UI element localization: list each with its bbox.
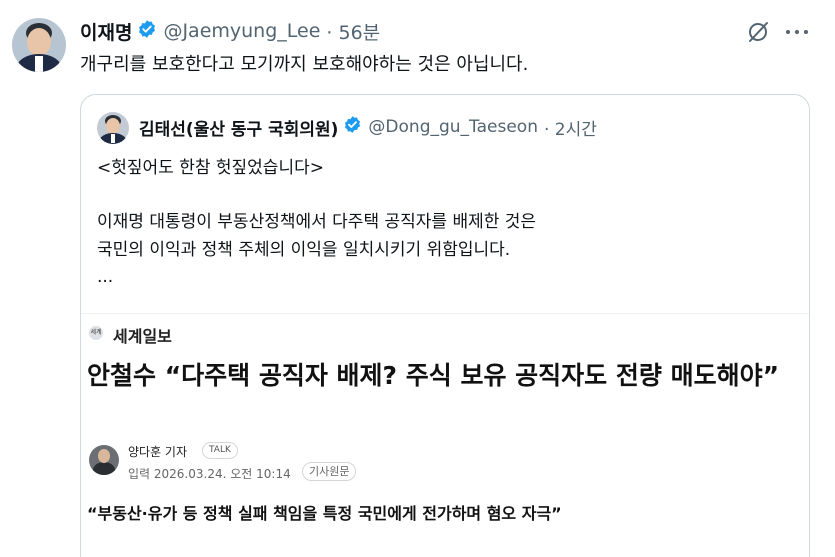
author-avatar[interactable]	[12, 18, 66, 72]
original-article-badge: 기사원문	[302, 462, 357, 481]
reporter-avatar	[89, 445, 119, 475]
quote-time: · 2시간	[543, 119, 597, 140]
grok-icon[interactable]	[746, 20, 770, 44]
news-date: 입력 2026.03.24. 오전 10:14	[128, 467, 291, 481]
news-headline: 안철수 “다주택 공직자 배제? 주식 보유 공직자도 전량 매도해야”	[87, 361, 779, 390]
author-handle[interactable]: @Jaemyung_Lee	[163, 20, 320, 42]
quote-author-avatar	[97, 112, 129, 144]
verified-badge-icon	[137, 19, 157, 44]
news-subtitle: “부동산·유가 등 정책 실패 책임을 특정 국민에게 전가하며 혐오 자극”	[87, 504, 562, 523]
more-options-icon[interactable]	[786, 22, 808, 42]
quoted-tweet[interactable]: 김태선(울산 동구 국회의원) @Dong_gu_Taeseon · 2시간 <…	[80, 94, 810, 557]
reporter-name: 양다훈 기자	[128, 445, 188, 459]
tweet-time[interactable]: · 56분	[326, 18, 380, 45]
news-logo-icon: 세계	[89, 326, 103, 340]
quote-author-handle: @Dong_gu_Taeseon	[368, 117, 538, 137]
verified-badge-icon	[343, 115, 362, 139]
tweet-header: 이재명 @Jaemyung_Lee · 56분	[80, 17, 380, 45]
news-source: 세계일보	[113, 327, 172, 346]
quote-text-line: 이재명 대통령이 부동산정책에서 다주택 공직자를 배제한 것은	[97, 212, 537, 232]
author-name[interactable]: 이재명	[80, 18, 132, 45]
quote-text-line: <헛짚어도 한참 헛짚었습니다>	[97, 158, 324, 178]
news-screenshot: 세계 세계일보 안철수 “다주택 공직자 배제? 주식 보유 공직자도 전량 매…	[81, 313, 809, 557]
quote-text-line: 국민의 이익과 정책 주체의 이익을 일치시키기 위함입니다.	[97, 240, 511, 260]
quote-header: 김태선(울산 동구 국회의원) @Dong_gu_Taeseon · 2시간	[139, 114, 597, 140]
quote-author-name: 김태선(울산 동구 국회의원)	[139, 119, 339, 140]
tweet-text: 개구리를 보호한다고 모기까지 보호해야하는 것은 아닙니다.	[80, 54, 529, 75]
talk-badge: TALK	[202, 442, 238, 459]
quote-text-ellipsis: ...	[97, 267, 114, 287]
